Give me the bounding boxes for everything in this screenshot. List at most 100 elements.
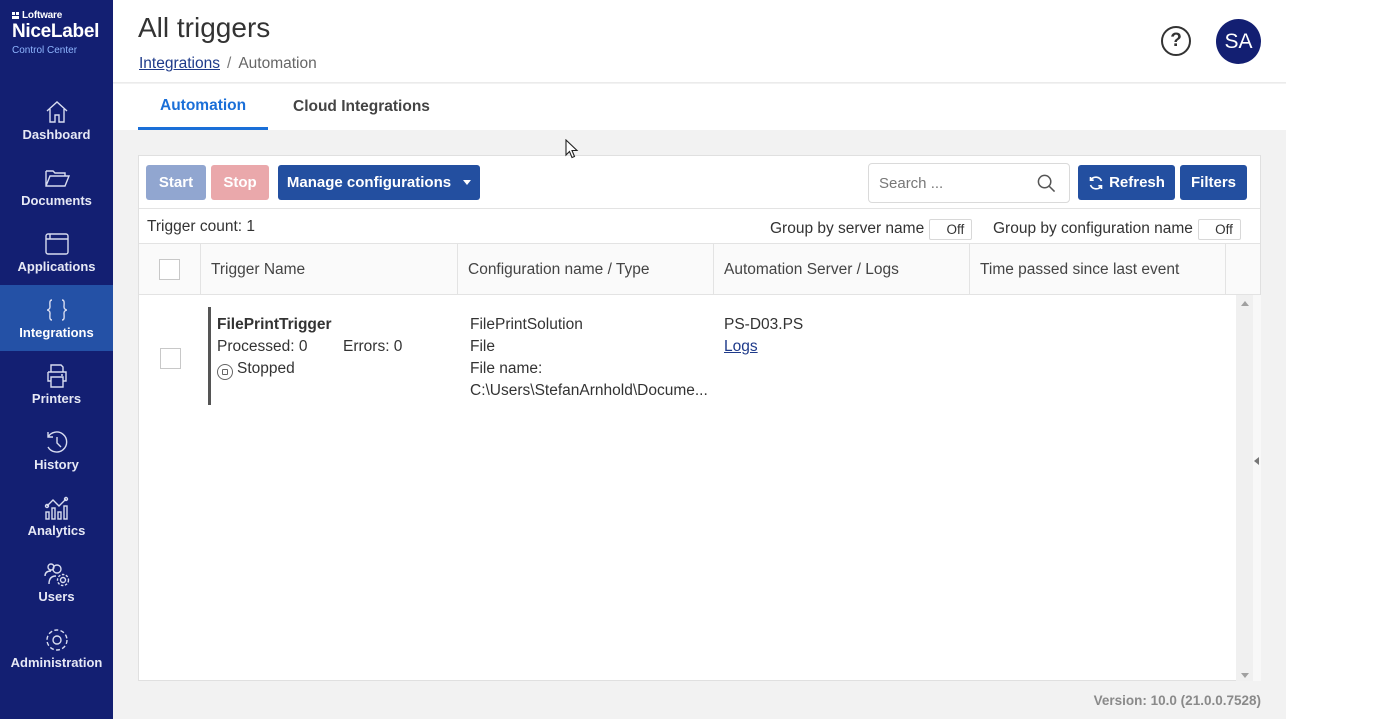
main-content: All triggers Integrations / Automation ? S… (113, 0, 1286, 719)
triggers-panel: Start Stop Manage configurations Refresh… (138, 155, 1261, 681)
manage-configurations-label: Manage configurations (286, 174, 452, 191)
tab-cloud-integrations[interactable]: Cloud Integrations (271, 84, 452, 130)
company-brand: Loftware (12, 10, 107, 21)
errors-count: Errors: 0 (343, 338, 403, 355)
sidebar-item-analytics[interactable]: Analytics (0, 483, 113, 549)
breadcrumb-separator: / (227, 55, 232, 72)
stopped-icon (217, 364, 233, 380)
status-label: Stopped (237, 360, 295, 377)
scroll-down-arrow-icon[interactable] (1241, 673, 1249, 678)
braces-icon (46, 299, 67, 321)
product-subtitle: Control Center (12, 45, 78, 56)
sidebar-item-dashboard[interactable]: Dashboard (0, 87, 113, 153)
trigger-status: Stopped (217, 358, 402, 380)
group-by-configuration-toggle[interactable]: Off (1197, 219, 1241, 240)
window-icon (44, 233, 69, 255)
refresh-button[interactable]: Refresh (1078, 165, 1175, 200)
file-path: C:\Users\StefanArnhold\Docume... (470, 382, 708, 399)
avatar-initials: SA (1224, 29, 1253, 53)
sidebar-item-label: Administration (10, 655, 103, 670)
filters-button[interactable]: Filters (1180, 165, 1247, 200)
sidebar-item-applications[interactable]: Applications (0, 219, 113, 285)
help-glyph: ? (1170, 30, 1182, 51)
toolbar: Start Stop Manage configurations Refresh… (139, 156, 1260, 209)
vertical-scrollbar[interactable] (1236, 295, 1253, 681)
select-all-cell (139, 244, 201, 295)
manage-configurations-button[interactable]: Manage configurations (278, 165, 480, 200)
breadcrumb-link-integrations[interactable]: Integrations (139, 55, 220, 72)
logo[interactable]: Loftware NiceLabel Control Center (12, 10, 107, 56)
column-header-configuration[interactable]: Configuration name / Type (458, 244, 714, 295)
company-name: Loftware (22, 10, 63, 21)
group-by-server-label: Group by server name (770, 220, 925, 237)
trigger-stats: Processed: 0 Errors: 0 (217, 336, 402, 358)
column-header-trigger-name[interactable]: Trigger Name (201, 244, 458, 295)
trigger-name[interactable]: FilePrintTrigger (217, 314, 402, 336)
sidebar-item-label: History (34, 457, 79, 472)
column-header-automation-server[interactable]: Automation Server / Logs (714, 244, 970, 295)
refresh-icon (1089, 175, 1103, 190)
sidebar-item-label: Documents (21, 193, 92, 208)
column-header-label: Automation Server / Logs (724, 260, 899, 278)
analytics-icon (44, 496, 68, 520)
column-header-time-passed[interactable]: Time passed since last event (970, 244, 1226, 295)
column-header-label: Trigger Name (211, 260, 306, 278)
group-by-configuration: Group by configuration name Off (993, 218, 1241, 240)
sidebar: Loftware NiceLabel Control Center Dashbo… (0, 0, 113, 719)
column-header-label: Configuration name / Type (468, 260, 650, 278)
automation-server-cell: PS-D03.PS Logs (724, 314, 803, 358)
mouse-cursor-icon (565, 139, 579, 159)
table-row[interactable]: FilePrintTrigger Processed: 0 Errors: 0 S… (139, 295, 1236, 415)
page-header: All triggers Integrations / Automation ? S… (113, 0, 1286, 83)
breadcrumb: Integrations / Automation (139, 55, 317, 73)
loftware-logo-icon (12, 12, 19, 19)
configuration-name: FilePrintSolution (470, 316, 583, 333)
tab-bar: Automation Cloud Integrations (113, 84, 1286, 130)
group-by-server: Group by server name Off (770, 218, 973, 240)
sidebar-item-printers[interactable]: Printers (0, 351, 113, 417)
trigger-count: Trigger count: 1 (147, 218, 255, 235)
history-icon (46, 431, 67, 453)
table-body: FilePrintTrigger Processed: 0 Errors: 0 S… (139, 295, 1236, 681)
trigger-name-cell: FilePrintTrigger Processed: 0 Errors: 0 S… (217, 314, 402, 380)
printer-icon (46, 364, 67, 388)
sidebar-item-documents[interactable]: Documents (0, 153, 113, 219)
side-panel-toggle[interactable] (1253, 295, 1261, 681)
file-name-label: File name: (470, 360, 543, 377)
stop-button[interactable]: Stop (211, 165, 269, 200)
tab-automation[interactable]: Automation (138, 84, 269, 130)
sidebar-item-integrations[interactable]: Integrations (0, 285, 113, 351)
avatar[interactable]: SA (1216, 19, 1261, 64)
sidebar-item-label: Analytics (27, 523, 86, 538)
configuration-cell: FilePrintSolution File File name: C:\Use… (470, 314, 716, 402)
search-input[interactable] (879, 174, 1029, 192)
home-icon (46, 101, 67, 123)
sidebar-item-users[interactable]: Users (0, 549, 113, 615)
table-header: Trigger Name Configuration name / Type A… (139, 244, 1260, 295)
gear-icon (45, 629, 68, 651)
collapse-left-arrow-icon[interactable] (1254, 457, 1259, 465)
search-box[interactable] (868, 163, 1070, 203)
group-by-configuration-label: Group by configuration name (993, 220, 1193, 237)
row-status-bar (208, 307, 211, 405)
search-icon[interactable] (1037, 174, 1056, 193)
sidebar-nav: Dashboard Documents Applications Integra… (0, 87, 113, 681)
sidebar-item-label: Dashboard (22, 127, 91, 142)
count-bar: Trigger count: 1 Group by server name Of… (139, 209, 1260, 244)
scroll-up-arrow-icon[interactable] (1241, 301, 1249, 306)
version-label: Version: 10.0 (21.0.0.7528) (1093, 693, 1261, 708)
caret-down-icon (463, 180, 472, 185)
sidebar-item-administration[interactable]: Administration (0, 615, 113, 681)
refresh-label: Refresh (1109, 174, 1165, 191)
help-icon[interactable]: ? (1161, 26, 1191, 56)
sidebar-item-label: Applications (17, 259, 96, 274)
folder-icon (44, 170, 70, 187)
row-checkbox[interactable] (160, 348, 181, 369)
select-all-checkbox[interactable] (159, 259, 180, 280)
start-button[interactable]: Start (146, 165, 206, 200)
group-by-server-toggle[interactable]: Off (929, 219, 973, 240)
logs-link[interactable]: Logs (724, 338, 758, 355)
sidebar-item-history[interactable]: History (0, 417, 113, 483)
configuration-type: File (470, 338, 495, 355)
tab-label: Cloud Integrations (293, 98, 430, 115)
